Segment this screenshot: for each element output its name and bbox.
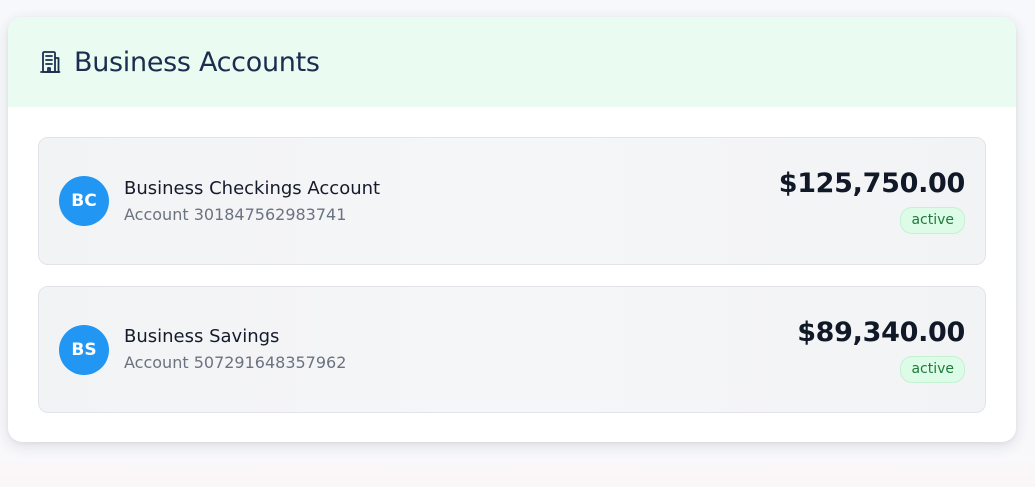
account-number: 507291648357962 xyxy=(193,353,347,372)
account-info: Business Checkings Account Account 30184… xyxy=(124,177,380,226)
accounts-list: BC Business Checkings Account Account 30… xyxy=(8,107,1016,413)
account-summary: $89,340.00 active xyxy=(797,317,965,383)
account-name: Business Checkings Account xyxy=(124,177,381,199)
avatar: BC xyxy=(59,176,109,226)
account-balance: $89,340.00 xyxy=(797,316,965,348)
card-header: Business Accounts xyxy=(8,17,1016,107)
status-badge: active xyxy=(900,355,965,383)
account-summary: $125,750.00 active xyxy=(779,168,965,234)
building-icon xyxy=(38,49,62,75)
page-title: Business Accounts xyxy=(74,46,320,78)
account-number-row: Account 301847562983741 xyxy=(124,204,380,226)
avatar: BS xyxy=(59,324,109,375)
business-accounts-card: Business Accounts BC Business Checkings … xyxy=(8,17,1016,442)
account-number-label: Account xyxy=(124,204,189,224)
account-card-savings[interactable]: BS Business Savings Account 507291648357… xyxy=(38,286,986,413)
account-number: 301847562983741 xyxy=(193,204,347,224)
account-name: Business Savings xyxy=(124,326,280,347)
account-number-row: Account 507291648357962 xyxy=(124,352,346,374)
status-badge: active xyxy=(900,207,965,234)
account-info: Business Savings Account 507291648357962 xyxy=(124,325,346,374)
account-number-label: Account xyxy=(124,353,189,372)
account-card-checking[interactable]: BC Business Checkings Account Account 30… xyxy=(38,137,986,265)
account-balance: $125,750.00 xyxy=(778,168,966,199)
